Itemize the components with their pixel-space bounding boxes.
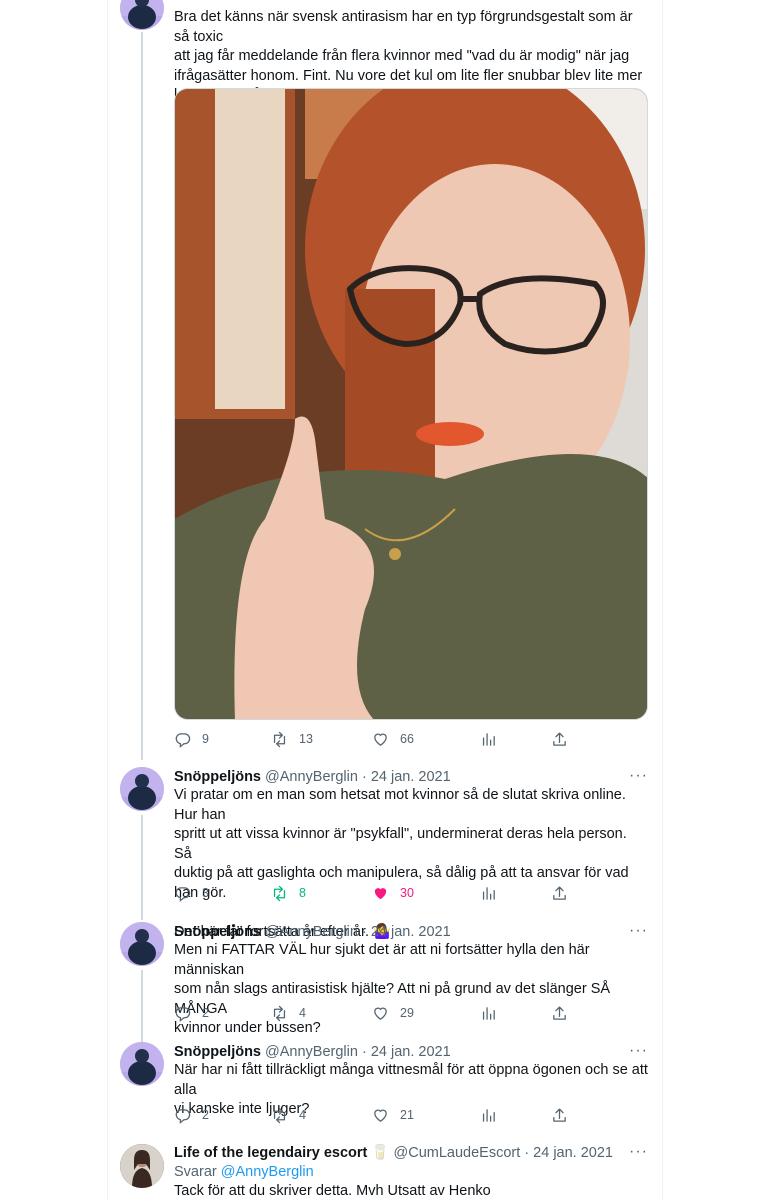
reply-icon: [174, 1005, 191, 1022]
tweet-actions: 2 4 29: [174, 1003, 574, 1023]
views-button[interactable]: [480, 883, 497, 903]
reply-count: 9: [202, 732, 209, 746]
replying-to-link[interactable]: @AnnyBerglin: [221, 1164, 314, 1180]
tweet-header: Snöppeljöns @AnnyBerglin · 24 jan. 2021: [174, 922, 451, 942]
tweet-actions: 9 13 66: [174, 729, 574, 749]
share-icon: [551, 731, 568, 748]
thread-line: [141, 32, 143, 760]
tweet-header: Snöppeljöns @AnnyBerglin · 24 jan. 2021: [174, 1042, 451, 1062]
separator: ·: [361, 1044, 367, 1060]
more-options-button[interactable]: ···: [629, 1042, 648, 1060]
share-icon: [551, 1005, 568, 1022]
reply-button[interactable]: 2: [174, 1003, 209, 1023]
avatar[interactable]: [120, 922, 164, 966]
reply-button[interactable]: 3: [174, 883, 209, 903]
retweet-icon: [271, 1005, 288, 1022]
reply-icon: [174, 885, 191, 902]
handle[interactable]: @CumLaudeEscort: [394, 1145, 521, 1161]
tweet-header: Snöppeljöns @AnnyBerglin · 24 jan. 2021: [174, 767, 451, 787]
share-button[interactable]: [551, 729, 568, 749]
retweet-count: 4: [299, 1006, 306, 1020]
more-options-button[interactable]: ···: [629, 922, 648, 940]
reply-icon: [174, 1107, 191, 1124]
replying-label: Svarar: [174, 1164, 217, 1180]
replying-to: Svarar @AnnyBerglin: [174, 1162, 314, 1182]
reply-button[interactable]: 9: [174, 729, 209, 749]
like-icon: [372, 1005, 389, 1022]
avatar[interactable]: [120, 767, 164, 811]
handle[interactable]: @AnnyBerglin: [265, 1044, 358, 1060]
views-icon: [480, 885, 497, 902]
display-name[interactable]: Snöppeljöns: [174, 769, 261, 785]
reply-tweet[interactable]: Life of the legendairy escort 🥛 @CumLaud…: [108, 1142, 662, 1200]
like-icon: [372, 1107, 389, 1124]
like-button[interactable]: 30: [372, 883, 414, 903]
tweet[interactable]: Snöppeljöns @AnnyBerglin · 24 jan. 2021 …: [108, 920, 662, 1045]
display-name[interactable]: Life of the legendairy escort 🥛: [174, 1145, 389, 1161]
views-button[interactable]: [480, 1105, 497, 1125]
like-count: 30: [400, 886, 414, 900]
retweet-button[interactable]: 4: [271, 1105, 306, 1125]
tweet-text: Men ni FATTAR VÄL hur sjukt det är att n…: [174, 942, 611, 1037]
tweet[interactable]: Snöppeljöns @AnnyBerglin · 24 jan. 2021 …: [108, 1040, 662, 1140]
timestamp[interactable]: 24 jan. 2021: [371, 1044, 451, 1060]
share-icon: [551, 1107, 568, 1124]
retweet-button[interactable]: 13: [271, 729, 313, 749]
display-name[interactable]: Snöppeljöns: [174, 1044, 261, 1060]
views-icon: [480, 1005, 497, 1022]
retweet-button[interactable]: 4: [271, 1003, 306, 1023]
like-button[interactable]: 29: [372, 1003, 414, 1023]
more-options-button[interactable]: ···: [629, 767, 648, 785]
share-button[interactable]: [551, 883, 568, 903]
separator: ·: [361, 924, 367, 940]
retweet-icon: [271, 885, 288, 902]
retweet-button[interactable]: 8: [271, 883, 306, 903]
like-count: 66: [400, 732, 414, 746]
tweet-actions: 2 4 21: [174, 1105, 574, 1125]
more-options-button[interactable]: ···: [629, 1143, 648, 1161]
reply-count: 2: [202, 1108, 209, 1122]
timestamp[interactable]: 24 jan. 2021: [371, 924, 451, 940]
like-count: 29: [400, 1006, 414, 1020]
thread-line: [141, 970, 143, 1045]
retweet-count: 8: [299, 886, 306, 900]
avatar[interactable]: [120, 1144, 164, 1188]
tweet-actions: 3 8 30: [174, 883, 574, 903]
timestamp[interactable]: 24 jan. 2021: [533, 1145, 613, 1161]
display-name[interactable]: Snöppeljöns: [174, 924, 261, 940]
thread-line: [141, 815, 143, 920]
tweet-photo[interactable]: [174, 88, 648, 720]
like-icon: [372, 731, 389, 748]
reply-button[interactable]: 2: [174, 1105, 209, 1125]
share-button[interactable]: [551, 1105, 568, 1125]
retweet-count: 4: [299, 1108, 306, 1122]
reply-count: 2: [202, 1006, 209, 1020]
retweet-count: 13: [299, 732, 313, 746]
timestamp[interactable]: 24 jan. 2021: [371, 769, 451, 785]
separator: ·: [361, 769, 367, 785]
tweet[interactable]: Snöppeljöns @AnnyBerglin · 24 jan. 2021 …: [108, 765, 662, 940]
avatar[interactable]: [120, 0, 164, 30]
share-button[interactable]: [551, 1003, 568, 1023]
separator: ·: [524, 1145, 530, 1161]
tweet-text: Tack för att du skriver detta. Mvh Utsat…: [174, 1183, 491, 1199]
handle[interactable]: @AnnyBerglin: [265, 924, 358, 940]
avatar[interactable]: [120, 1042, 164, 1086]
retweet-icon: [271, 1107, 288, 1124]
reply-count: 3: [202, 886, 209, 900]
views-icon: [480, 1107, 497, 1124]
tweet-header: Life of the legendairy escort 🥛 @CumLaud…: [174, 1143, 613, 1163]
tweet-with-photo[interactable]: Bra det känns när svensk antirasism har …: [108, 0, 662, 760]
like-button[interactable]: 21: [372, 1105, 414, 1125]
like-button[interactable]: 66: [372, 729, 414, 749]
handle[interactable]: @AnnyBerglin: [265, 769, 358, 785]
views-icon: [480, 731, 497, 748]
like-count: 21: [400, 1108, 414, 1122]
share-icon: [551, 885, 568, 902]
reply-icon: [174, 731, 191, 748]
retweet-icon: [271, 731, 288, 748]
views-button[interactable]: [480, 729, 497, 749]
like-filled-icon: [372, 885, 389, 902]
views-button[interactable]: [480, 1003, 497, 1023]
